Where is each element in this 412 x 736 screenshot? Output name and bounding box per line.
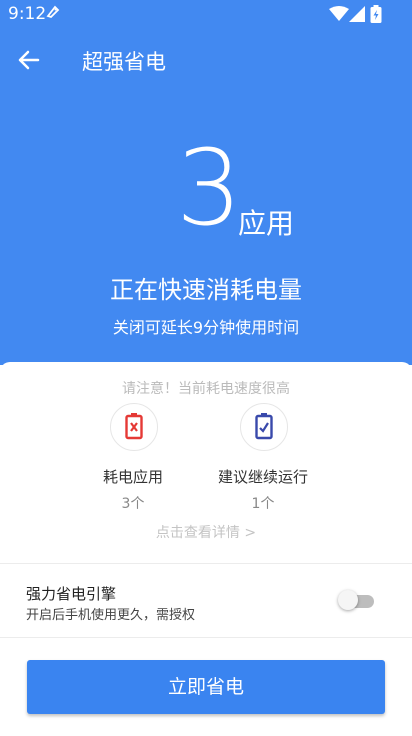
wifi-icon	[329, 6, 349, 26]
engine-title: 强力省电引擎	[26, 585, 117, 603]
status-time: 9:12	[8, 4, 47, 24]
battery-status-icon	[370, 5, 382, 27]
power-draining-apps-count: 3个	[121, 496, 145, 512]
warning-notice: 请注意！当前耗电速度很高	[122, 381, 290, 397]
save-power-button[interactable]: 立即省电	[27, 660, 385, 714]
app-count: 3	[176, 127, 243, 249]
keep-running-apps-button[interactable]	[240, 403, 288, 451]
engine-description: 开启后手机使用更久，需授权	[26, 608, 196, 623]
drain-headline: 正在快速消耗电量	[110, 276, 302, 304]
page-title: 超强省电	[82, 50, 166, 74]
keep-running-apps-count: 1个	[251, 496, 275, 512]
signal-icon	[349, 6, 365, 26]
divider	[0, 637, 412, 638]
battery-alert-icon	[125, 413, 143, 440]
keep-running-apps-label: 建议继续运行	[217, 468, 308, 486]
view-details-link[interactable]: 点击查看详情 >	[0, 522, 412, 542]
engine-toggle[interactable]	[338, 590, 374, 610]
toggle-knob	[338, 590, 358, 610]
battery-ok-icon	[255, 413, 273, 440]
divider	[0, 563, 412, 564]
status-bar: 9:12	[0, 0, 412, 28]
power-draining-apps-label: 耗电应用	[102, 468, 163, 486]
drain-subline: 关闭可延长9分钟使用时间	[112, 318, 300, 337]
back-button[interactable]	[10, 44, 46, 76]
power-draining-apps-button[interactable]	[110, 403, 158, 451]
app-count-unit: 应用	[238, 207, 295, 240]
notification-icon	[46, 5, 60, 23]
arrow-left-icon	[18, 50, 40, 70]
